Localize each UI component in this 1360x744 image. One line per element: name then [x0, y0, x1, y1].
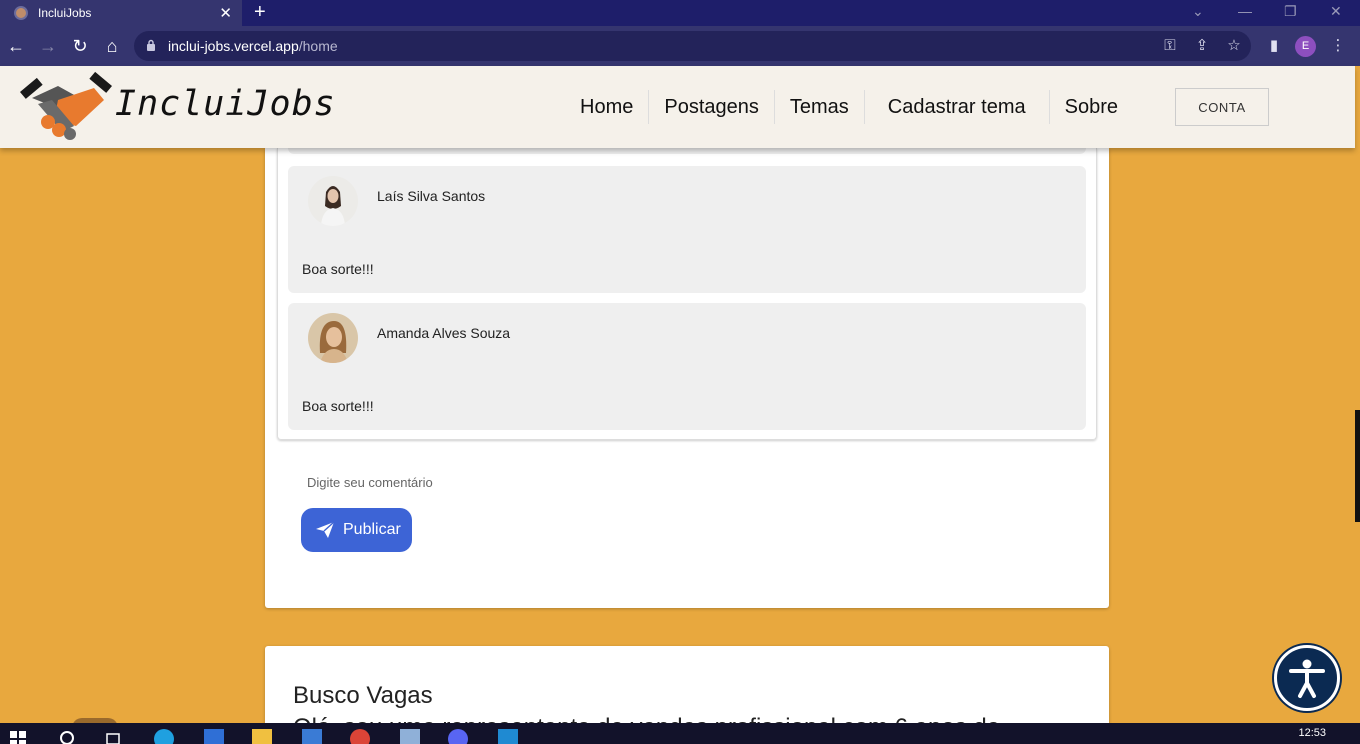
account-button[interactable]: CONTA	[1175, 88, 1269, 126]
comment-avatar	[308, 313, 358, 363]
share-icon[interactable]: ⇪	[1190, 34, 1214, 58]
forward-icon[interactable]: →	[36, 34, 60, 58]
home-icon[interactable]: ⌂	[100, 34, 124, 58]
nav-postagens[interactable]: Postagens	[649, 90, 775, 124]
nav-sobre[interactable]: Sobre	[1050, 90, 1133, 124]
comment-input[interactable]: Digite seu comentário	[307, 475, 433, 490]
reload-icon[interactable]: ↻	[68, 34, 92, 58]
file-explorer-icon[interactable]	[252, 729, 272, 744]
post-title: Busco Vagas	[293, 682, 433, 709]
comment-text: Boa sorte!!!	[302, 261, 374, 277]
browser-tab[interactable]: IncluiJobs ✕	[0, 0, 242, 26]
back-icon[interactable]: ←	[4, 34, 28, 58]
nav-home[interactable]: Home	[565, 90, 650, 124]
previous-comment-edge	[288, 148, 1086, 154]
publish-button[interactable]: Publicar	[301, 508, 412, 552]
scrollbar-thumb[interactable]	[1355, 410, 1360, 522]
mail-icon[interactable]	[302, 729, 322, 744]
main-nav: Home Postagens Temas Cadastrar tema Sobr…	[565, 90, 1133, 124]
window-close-icon[interactable]: ✕	[1330, 0, 1342, 26]
comment-item: Laís Silva Santos Boa sorte!!!	[288, 166, 1086, 293]
url-text: inclui-jobs.vercel.app/home	[168, 38, 338, 54]
new-tab-icon[interactable]: +	[254, 0, 266, 26]
task-view-icon[interactable]	[104, 729, 124, 744]
minimize-icon[interactable]: —	[1238, 0, 1252, 26]
photos-icon[interactable]	[400, 729, 420, 744]
key-icon[interactable]: ⚿	[1158, 34, 1182, 58]
tab-favicon-icon	[14, 6, 28, 20]
comment-text: Boa sorte!!!	[302, 398, 374, 414]
star-icon[interactable]: ☆	[1222, 34, 1246, 58]
comment-author: Amanda Alves Souza	[377, 325, 511, 341]
comments-list: Laís Silva Santos Boa sorte!!! Amanda Al…	[277, 148, 1097, 440]
discord-icon[interactable]	[448, 729, 468, 744]
tab-search-icon[interactable]: ⌄	[1192, 0, 1204, 26]
os-taskbar: 12:53	[0, 723, 1360, 744]
comment-item: Amanda Alves Souza Boa sorte!!!	[288, 303, 1086, 430]
edge-icon[interactable]	[154, 729, 174, 744]
lock-icon	[147, 39, 155, 51]
chrome-icon[interactable]	[350, 729, 370, 744]
menu-icon[interactable]: ⋮	[1326, 34, 1350, 58]
store-icon[interactable]	[204, 729, 224, 744]
vscode-icon[interactable]	[498, 729, 518, 744]
accessibility-button[interactable]	[1274, 645, 1340, 711]
handshake-logo-icon[interactable]	[18, 70, 114, 144]
nav-temas[interactable]: Temas	[775, 90, 865, 124]
restore-icon[interactable]: ❐	[1284, 0, 1297, 26]
logo-text[interactable]: IncluiJobs	[115, 84, 336, 124]
tab-title: IncluiJobs	[38, 6, 92, 20]
tab-close-icon[interactable]: ✕	[219, 4, 232, 22]
browser-toolbar: ← → ↻ ⌂ inclui-jobs.vercel.app/home ⚿ ⇪ …	[0, 26, 1360, 66]
taskbar-clock: 12:53	[1298, 727, 1326, 739]
side-panel-icon[interactable]: ▮	[1262, 34, 1286, 58]
publish-button-label: Publicar	[343, 521, 401, 538]
profile-avatar[interactable]: E	[1295, 36, 1316, 57]
search-icon[interactable]	[58, 729, 78, 744]
accessibility-icon	[1289, 659, 1325, 698]
comment-avatar	[308, 176, 358, 226]
windows-start-icon[interactable]	[8, 729, 28, 744]
address-bar[interactable]: inclui-jobs.vercel.app/home	[134, 31, 1251, 61]
nav-cadastrar-tema[interactable]: Cadastrar tema	[865, 90, 1050, 124]
post-card: Laís Silva Santos Boa sorte!!! Amanda Al…	[265, 148, 1109, 608]
site-header: IncluiJobs Home Postagens Temas Cadastra…	[0, 66, 1355, 148]
comment-author: Laís Silva Santos	[377, 188, 486, 204]
browser-tabbar: IncluiJobs ✕ + ⌄ — ❐ ✕	[0, 0, 1360, 26]
send-icon	[316, 521, 335, 538]
